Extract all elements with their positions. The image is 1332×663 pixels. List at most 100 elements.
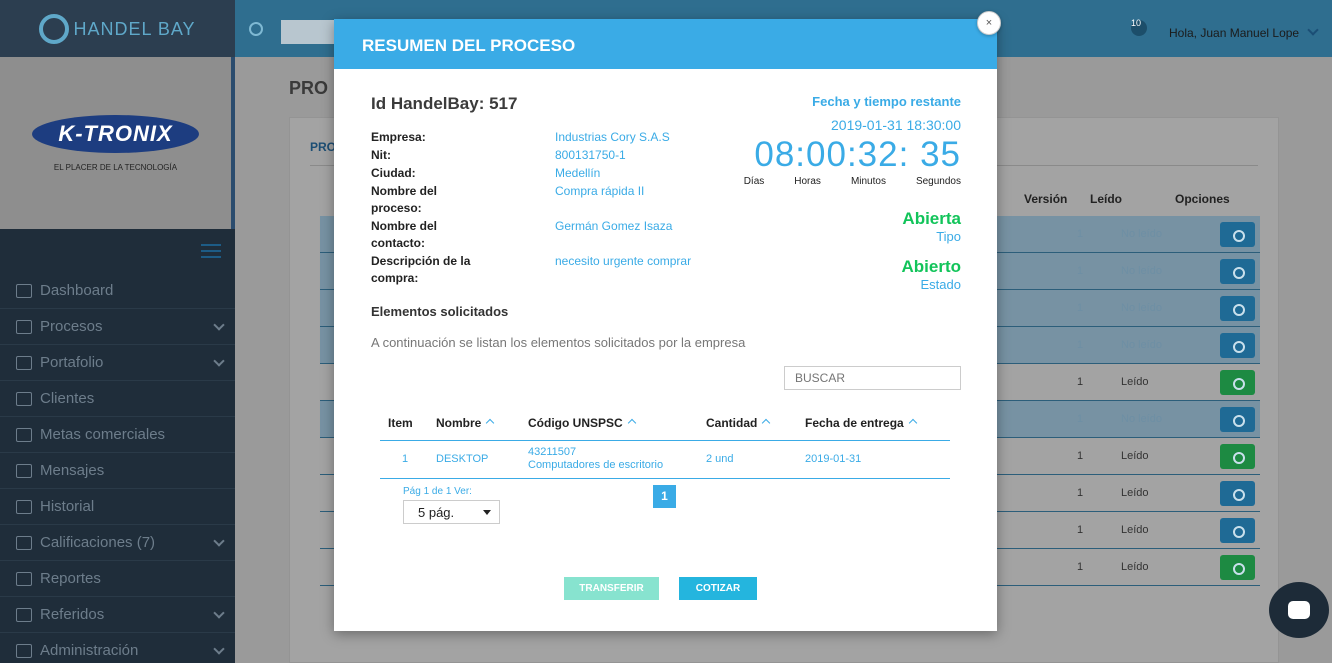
global-search-input[interactable] (281, 20, 341, 44)
view-button[interactable] (1220, 259, 1255, 284)
sidebar-item-calificaciones[interactable]: Calificaciones (7) (0, 525, 235, 561)
info-row-contacto: Nombre del contacto: Germán Gomez Isaza (371, 218, 711, 252)
sidebar-item-label: Clientes (40, 390, 95, 407)
sort-icon (486, 418, 495, 428)
folder-icon (16, 499, 32, 514)
transfer-button[interactable]: TRANSFERIR (564, 577, 659, 600)
items-table: Item Nombre Código UNSPSC Cantidad Fecha… (380, 404, 950, 479)
check-button[interactable] (1220, 555, 1255, 580)
cell-version: 1 (1077, 413, 1084, 425)
handelbay-logo[interactable]: HANDEL BAY (0, 0, 235, 57)
info-label: Ciudad: (371, 166, 416, 180)
cell-version: 1 (1077, 487, 1084, 499)
cell-cantidad: 2 und (706, 453, 734, 465)
sidebar-item-label: Portafolio (40, 354, 104, 371)
check-button[interactable] (1220, 370, 1255, 395)
timer-label-dias: Días (743, 176, 765, 187)
handelbay-logo-text: HANDEL BAY (73, 18, 196, 39)
close-button[interactable]: × (977, 11, 1001, 35)
info-row-empresa: Empresa: Industrias Cory S.A.S (371, 129, 711, 146)
sidebar-item-label: Calificaciones (7) (40, 534, 156, 551)
sidebar-item-historial[interactable]: Historial (0, 489, 235, 525)
deadline-title: Fecha y tiempo restante (812, 94, 961, 109)
info-value: Germán Gomez Isaza (555, 219, 673, 233)
sidebar: HANDEL BAY K-TRONIX EL PLACER DE LA TECN… (0, 0, 235, 663)
users-icon (16, 607, 32, 622)
notification-count: 10 (1131, 18, 1142, 28)
sidebar-item-portafolio[interactable]: Portafolio (0, 345, 235, 381)
column-header-label: Código UNSPSC (528, 416, 623, 430)
info-value: 800131750-1 (555, 148, 626, 162)
sidebar-item-dashboard[interactable]: Dashboard (0, 273, 235, 309)
view-button[interactable] (1220, 481, 1255, 506)
column-header-leido: Leído (1090, 192, 1122, 206)
estado-label: Estado (920, 277, 961, 292)
cell-fecha: 2019-01-31 (805, 453, 862, 465)
cell-version: 1 (1077, 450, 1084, 462)
info-row-proceso: Nombre del proceso: Compra rápida II (371, 183, 711, 217)
sidebar-item-label: Mensajes (40, 462, 105, 479)
cell-version: 1 (1077, 302, 1084, 314)
store-icon (16, 391, 32, 406)
view-button[interactable] (1220, 518, 1255, 543)
sidebar-item-label: Dashboard (40, 282, 114, 299)
briefcase-icon (16, 355, 32, 370)
view-button[interactable] (1220, 222, 1255, 247)
sidebar-item-label: Procesos (40, 318, 103, 335)
check-button[interactable] (1220, 444, 1255, 469)
chevron-down-icon (213, 319, 225, 331)
box-icon (16, 571, 32, 586)
sidebar-item-clientes[interactable]: Clientes (0, 381, 235, 417)
cell-leido: Leído (1121, 450, 1149, 462)
search-input[interactable] (784, 366, 961, 390)
column-header-fecha[interactable]: Fecha de entrega (805, 416, 917, 430)
column-header-nombre[interactable]: Nombre (436, 416, 495, 430)
chevron-down-icon[interactable] (1307, 24, 1319, 36)
cell-version: 1 (1077, 265, 1084, 277)
section-title: Elementos solicitados (371, 304, 509, 319)
cell-item: 1 (402, 453, 409, 465)
page-size-select[interactable]: 5 pág. (403, 500, 500, 524)
info-label: Nombre del contacto: (371, 219, 438, 250)
sidebar-toggle[interactable] (0, 229, 235, 273)
sidebar-item-administracion[interactable]: Administración (0, 633, 235, 663)
sidebar-item-referidos[interactable]: Referidos (0, 597, 235, 633)
view-button[interactable] (1220, 296, 1255, 321)
column-header-label: Cantidad (706, 416, 758, 430)
column-header-item[interactable]: Item (388, 416, 413, 430)
sidebar-item-reportes[interactable]: Reportes (0, 561, 235, 597)
sidebar-item-metas[interactable]: Metas comerciales (0, 417, 235, 453)
chat-icon (1288, 601, 1310, 619)
sort-icon (762, 418, 771, 428)
timer-label-horas: Horas (794, 176, 821, 187)
cotizar-button[interactable]: COTIZAR (679, 577, 757, 600)
sidebar-item-label: Historial (40, 498, 95, 515)
sort-icon (627, 418, 636, 428)
sidebar-item-procesos[interactable]: Procesos (0, 309, 235, 345)
view-button[interactable] (1220, 407, 1255, 432)
info-label: Nombre del proceso: (371, 184, 438, 215)
view-button[interactable] (1220, 333, 1255, 358)
column-header-codigo[interactable]: Código UNSPSC (528, 416, 636, 430)
column-header-cantidad[interactable]: Cantidad (706, 416, 771, 430)
info-row-ciudad: Ciudad: Medellín (371, 165, 711, 182)
handelbay-logo-mark-icon (39, 13, 70, 44)
table-row[interactable]: 1 DESKTOP 43211507 Computadores de escri… (380, 441, 950, 479)
tipo-value: Abierta (902, 209, 961, 228)
cell-version: 1 (1077, 524, 1084, 536)
timer-label-minutos: Minutos (850, 176, 886, 187)
square-icon (16, 535, 32, 550)
cell-leido: No leído (1121, 228, 1162, 240)
sidebar-item-mensajes[interactable]: Mensajes (0, 453, 235, 489)
chat-button[interactable] (1269, 582, 1329, 638)
tab-procesos[interactable]: PRO (310, 140, 336, 154)
handelbay-id: Id HandelBay: 517 (371, 94, 518, 113)
page-button[interactable]: 1 (653, 485, 676, 508)
table-header: Item Nombre Código UNSPSC Cantidad Fecha… (380, 404, 950, 441)
user-greeting[interactable]: Hola, Juan Manuel Lope (1169, 26, 1299, 40)
target-icon (16, 427, 32, 442)
info-value: necesito urgente comprar (555, 254, 692, 268)
cell-leido: No leído (1121, 339, 1162, 351)
search-icon[interactable] (249, 22, 263, 36)
cell-version: 1 (1077, 561, 1084, 573)
